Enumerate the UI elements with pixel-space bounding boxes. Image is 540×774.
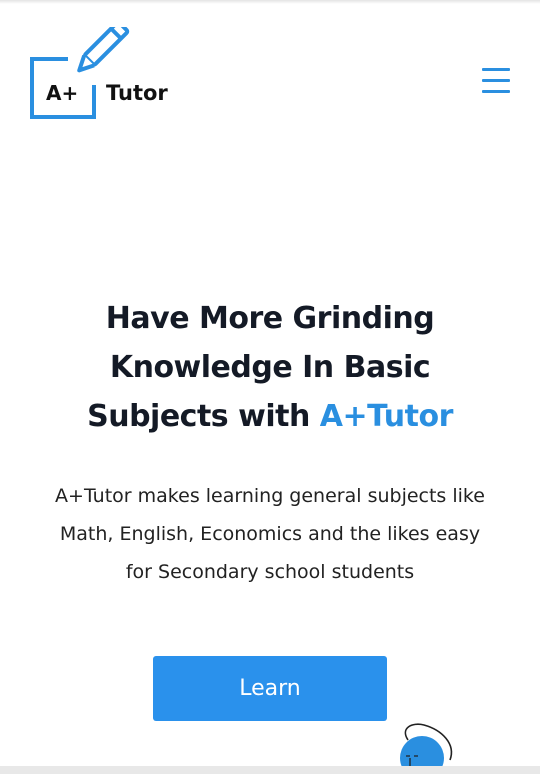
hero-description: A+Tutor makes learning general subjects … — [55, 485, 485, 583]
character-illustration-icon — [400, 723, 453, 770]
learn-button[interactable]: Learn — [153, 656, 387, 721]
title-line-2: Knowledge In Basic — [109, 350, 431, 385]
hamburger-menu-icon[interactable] — [482, 68, 510, 94]
pencil-square-logo-icon — [30, 20, 130, 119]
top-shadow — [0, 0, 540, 4]
logo-name: Tutor — [106, 81, 168, 105]
title-line-1: Have More Grinding — [105, 301, 435, 336]
logo-prefix: A+ — [46, 81, 79, 105]
title-accent: A+Tutor — [319, 399, 454, 434]
bottom-bar — [0, 766, 540, 774]
logo[interactable]: A+ Tutor — [28, 20, 178, 121]
title-line-3: Subjects with — [87, 399, 320, 434]
hero-title: Have More Grinding Knowledge In Basic Su… — [0, 294, 540, 441]
